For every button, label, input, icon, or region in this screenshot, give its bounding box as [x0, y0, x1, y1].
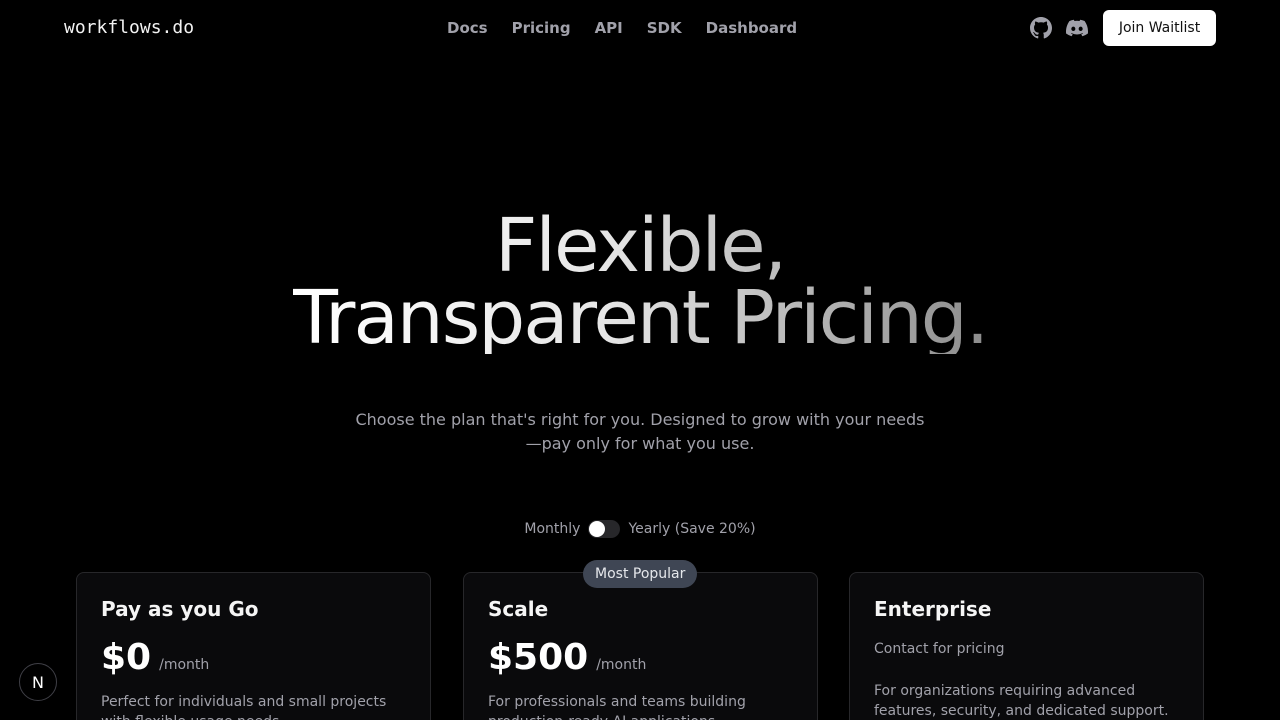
page-title: Flexible, Transparent Pricing.: [293, 210, 988, 354]
plan-description: For professionals and teams building pro…: [488, 694, 746, 720]
nav-docs[interactable]: Docs: [447, 19, 488, 37]
plan-description: Perfect for individuals and small projec…: [101, 694, 387, 720]
brand-logo[interactable]: workflows.do: [64, 17, 194, 38]
plan-period: /month: [596, 657, 647, 673]
plan-name: Pay as you Go: [101, 597, 259, 621]
plan-card-pay-as-you-go: Pay as you Go $0 /month Perfect for indi…: [76, 572, 431, 720]
yearly-label: Yearly (Save 20%): [628, 521, 756, 537]
nav-sdk[interactable]: SDK: [647, 19, 682, 37]
dev-tools-button[interactable]: N: [19, 663, 57, 701]
title-line-2: Transparent Pricing.: [292, 275, 988, 361]
plan-price-row: $500 /month: [488, 637, 793, 678]
billing-toggle-row: Monthly Yearly (Save 20%): [0, 520, 1280, 538]
nav-api[interactable]: API: [595, 19, 623, 37]
github-icon[interactable]: [1030, 17, 1052, 39]
hero-subtitle: Choose the plan that's right for you. De…: [0, 408, 1280, 456]
join-waitlist-button[interactable]: Join Waitlist: [1103, 10, 1216, 46]
billing-period-toggle[interactable]: [588, 520, 621, 538]
plan-price: $500: [488, 637, 589, 678]
plan-name: Enterprise: [874, 597, 992, 621]
main-nav: Docs Pricing API SDK Dashboard: [447, 19, 797, 37]
subtitle-line-2: —pay only for what you use.: [525, 434, 755, 453]
top-navbar: workflows.do Docs Pricing API SDK Dashbo…: [0, 0, 1280, 56]
title-line-1: Flexible,: [494, 203, 786, 289]
toggle-knob: [589, 521, 606, 537]
discord-icon[interactable]: [1066, 17, 1088, 39]
nav-dashboard[interactable]: Dashboard: [706, 19, 797, 37]
plan-card-scale: Scale $500 /month For professionals and …: [463, 572, 818, 720]
plan-name: Scale: [488, 597, 549, 621]
plan-card-enterprise: Enterprise Contact for pricing For organ…: [849, 572, 1204, 720]
hero-section: Flexible, Transparent Pricing.: [0, 210, 1280, 354]
plan-description: For organizations requiring advanced fea…: [874, 683, 1169, 719]
plan-period: /month: [159, 657, 210, 673]
plan-price: $0: [101, 637, 152, 678]
plan-price-row: $0 /month: [101, 637, 406, 678]
nav-pricing[interactable]: Pricing: [512, 19, 571, 37]
subtitle-line-1: Choose the plan that's right for you. De…: [355, 410, 925, 429]
contact-pricing-text: Contact for pricing: [874, 641, 1005, 657]
most-popular-badge: Most Popular: [583, 560, 698, 588]
monthly-label: Monthly: [524, 521, 581, 537]
